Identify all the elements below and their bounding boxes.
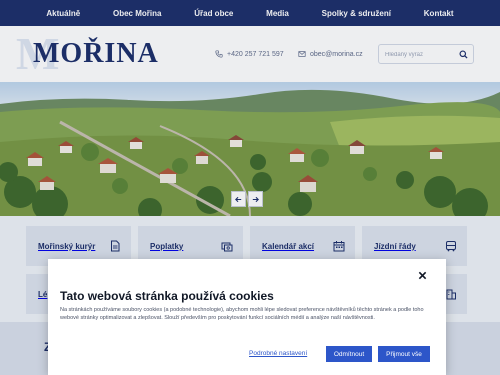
accept-all-cookies-button[interactable]: Přijmout vše (378, 346, 430, 362)
close-icon (418, 271, 426, 279)
close-button[interactable] (416, 269, 428, 281)
cookie-consent-dialog: Tato webová stránka používá cookies Na s… (48, 259, 446, 375)
cookie-settings-link[interactable]: Podrobné nastavení (249, 350, 307, 357)
cookie-title: Tato webová stránka používá cookies (60, 289, 274, 303)
reject-cookies-button[interactable]: Odmítnout (326, 346, 372, 362)
cookie-description: Na stránkách používáme soubory cookies (… (60, 307, 424, 321)
